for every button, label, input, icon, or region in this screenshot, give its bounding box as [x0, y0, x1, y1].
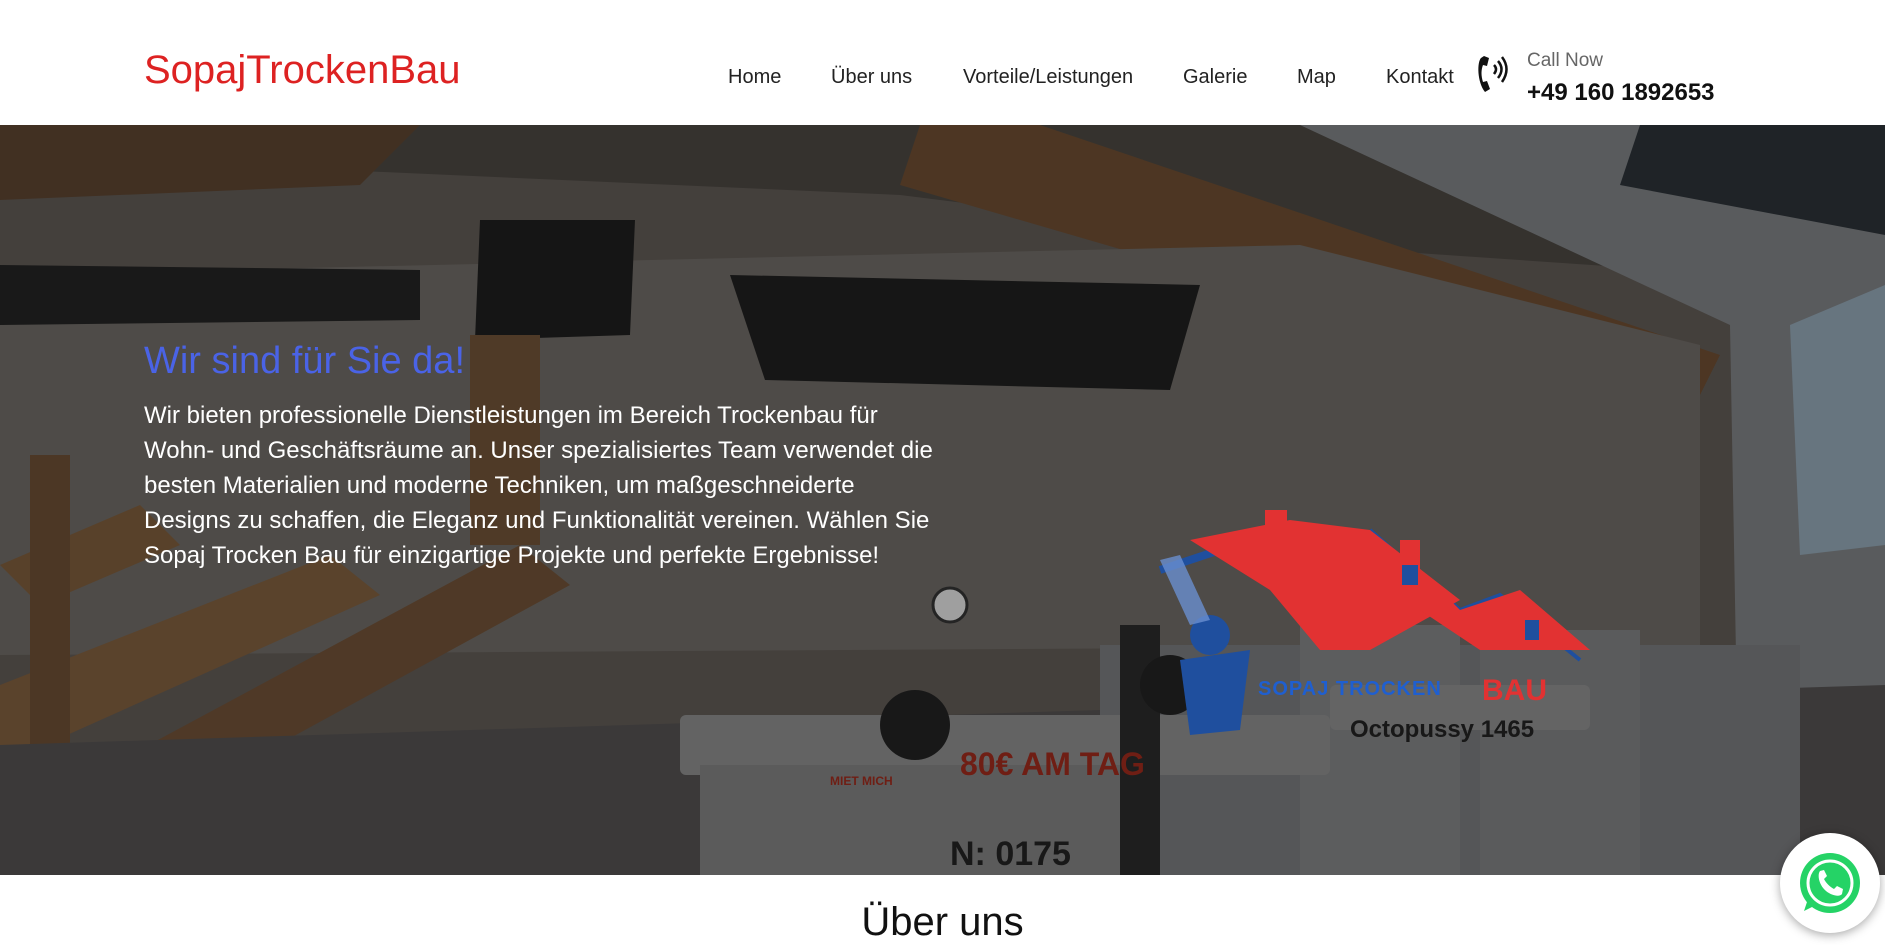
- nav-galerie[interactable]: Galerie: [1183, 66, 1247, 89]
- hero-title: Wir sind für Sie da!: [144, 340, 465, 382]
- nav-home[interactable]: Home: [728, 66, 781, 89]
- hero-description: Wir bieten professionelle Dienstleistung…: [144, 402, 933, 569]
- call-phone-number[interactable]: +49 160 1892653: [1527, 79, 1715, 107]
- nav-kontakt[interactable]: Kontakt: [1386, 66, 1454, 89]
- company-logo-image: SOPAJ TROCKEN BAU: [1158, 510, 1590, 735]
- site-header: SopajTrockenBau Home Über uns Vorteile/L…: [0, 0, 1885, 125]
- logo-text-left: SOPAJ TROCKEN: [1258, 678, 1442, 700]
- phone-icon[interactable]: [1475, 52, 1509, 96]
- section-title-ueber-uns: Über uns: [861, 900, 1024, 944]
- whatsapp-button[interactable]: [1780, 833, 1880, 933]
- whatsapp-icon: [1800, 853, 1860, 913]
- call-now-label: Call Now: [1527, 50, 1604, 71]
- hero-section: 80€ AM TAG Octopussy 1465 MIET MICH N: 0…: [0, 125, 1885, 875]
- logo-text-right: BAU: [1482, 674, 1547, 707]
- nav-vorteile-leistungen[interactable]: Vorteile/Leistungen: [963, 66, 1133, 89]
- nav-ueber-uns[interactable]: Über uns: [831, 66, 912, 89]
- nav-map[interactable]: Map: [1297, 66, 1336, 89]
